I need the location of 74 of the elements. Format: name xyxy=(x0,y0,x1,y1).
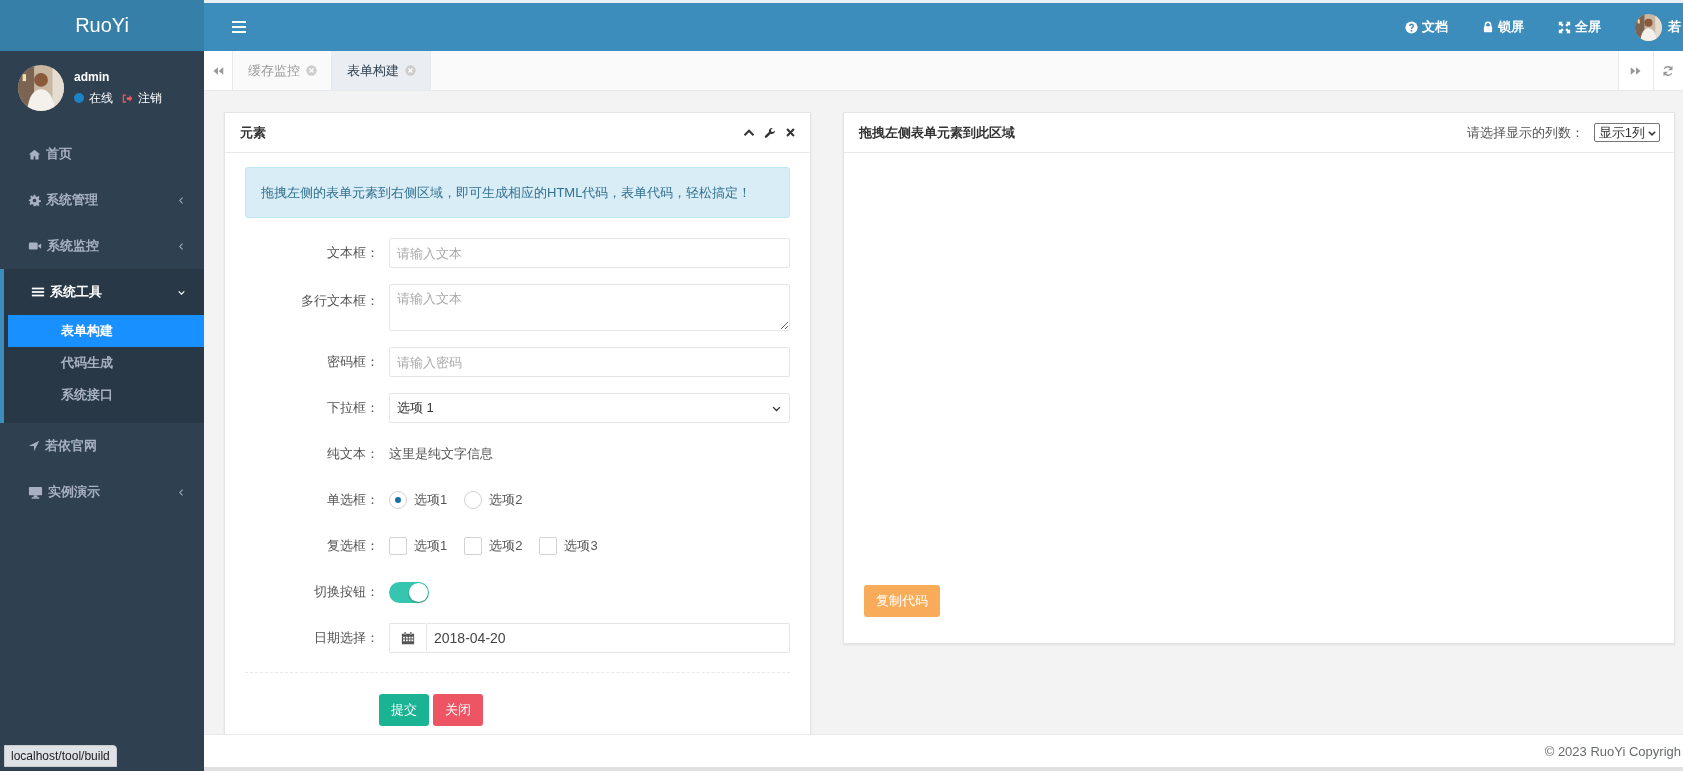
field-label: 下拉框： xyxy=(327,399,380,417)
help-icon xyxy=(1405,20,1418,34)
menu-item[interactable]: 系统工具 xyxy=(4,269,204,315)
close-icon xyxy=(785,127,796,138)
menu-toggle-icon[interactable] xyxy=(232,21,246,33)
toolbar-link[interactable]: 文档 xyxy=(1405,18,1448,36)
field-label: 纯文本： xyxy=(327,445,380,463)
close-circle-icon xyxy=(405,65,416,76)
toolbar-link[interactable]: 锁屏 xyxy=(1482,18,1524,36)
textarea-field[interactable]: 请输入文本 xyxy=(389,284,790,331)
columns-select[interactable]: 显示1列 xyxy=(1593,123,1660,142)
toggle-switch[interactable] xyxy=(389,581,429,603)
copyright-text: © 2023 RuoYi Copyrigh xyxy=(1544,743,1681,759)
logo-text[interactable]: RuoYi xyxy=(75,14,129,37)
lock-icon xyxy=(1482,21,1494,33)
field-label: 复选框： xyxy=(327,537,380,555)
field-label: 文本框： xyxy=(327,244,380,262)
menu-item[interactable]: 若依官网 xyxy=(0,423,204,469)
close-circle-icon xyxy=(306,65,317,76)
refresh-icon xyxy=(1662,64,1674,77)
chevron-left-icon xyxy=(177,195,186,205)
checkbox[interactable] xyxy=(464,537,483,555)
page-tab[interactable]: 表单构建 xyxy=(332,51,431,90)
status-dot-icon xyxy=(74,93,84,103)
panel-title: 拖拽左侧表单元素到此区域 xyxy=(859,123,1015,142)
field-label: 密码框： xyxy=(327,353,380,371)
submenu-item[interactable]: 表单构建 xyxy=(8,315,204,347)
home-icon xyxy=(28,147,41,161)
scroll-left-button[interactable] xyxy=(204,51,233,90)
password-field[interactable]: 请输入密码 xyxy=(389,347,790,377)
field-label: 日期选择： xyxy=(314,629,380,647)
status-url-tooltip: localhost/tool/build xyxy=(4,745,117,767)
submenu-item[interactable]: 代码生成 xyxy=(4,347,204,379)
status-text: 在线 xyxy=(89,89,113,107)
navigation-arrow-icon xyxy=(28,440,40,452)
calendar-icon xyxy=(401,631,415,645)
logout-icon xyxy=(122,92,133,104)
toolbar-link[interactable]: 全屏 xyxy=(1558,18,1601,36)
refresh-button[interactable] xyxy=(1654,51,1683,90)
submenu-item[interactable]: 系统接口 xyxy=(4,379,204,411)
option-label: 选项2 xyxy=(489,491,523,509)
field-label: 切换按钮： xyxy=(314,583,380,601)
chevron-left-icon xyxy=(177,487,186,497)
checkbox[interactable] xyxy=(389,537,407,555)
panel-title: 元素 xyxy=(240,123,266,142)
option-label: 选项1 xyxy=(414,537,448,555)
field-label: 单选框： xyxy=(327,491,380,509)
menu-icon xyxy=(31,285,45,299)
checkbox[interactable] xyxy=(539,537,558,555)
menu-item[interactable]: 系统管理 xyxy=(0,177,204,223)
chevron-left-icon xyxy=(177,241,186,251)
option-label: 选项1 xyxy=(414,491,448,509)
user-name: admin xyxy=(74,69,111,84)
field-label: 多行文本框： xyxy=(301,292,380,310)
logout-link[interactable]: 注销 xyxy=(138,89,162,107)
close-button[interactable]: 关闭 xyxy=(433,694,483,726)
menu-item[interactable]: 实例演示 xyxy=(0,469,204,515)
select-field[interactable]: 选项 1 xyxy=(389,393,790,423)
monitor-icon xyxy=(28,484,43,500)
scroll-right-button[interactable] xyxy=(1618,51,1654,90)
option-label: 选项2 xyxy=(489,537,523,555)
user-menu[interactable]: 若 xyxy=(1635,13,1681,41)
menu-item[interactable]: 首页 xyxy=(0,131,204,177)
info-alert: 拖拽左侧的表单元素到右侧区域，即可生成相应的HTML代码，表单代码，轻松搞定！ xyxy=(245,167,790,218)
wrench-icon xyxy=(764,126,776,139)
submit-button[interactable]: 提交 xyxy=(379,694,429,726)
option-label: 选项3 xyxy=(564,537,598,555)
text-field[interactable]: 请输入文本 xyxy=(389,238,790,268)
gear-icon xyxy=(28,193,41,207)
static-text: 这里是纯文字信息 xyxy=(389,445,493,463)
date-field[interactable]: 2018-04-20 xyxy=(426,623,790,653)
menu-item[interactable]: 系统监控 xyxy=(0,223,204,269)
fullscreen-icon xyxy=(1558,20,1571,34)
columns-label: 请选择显示的列数： xyxy=(1466,123,1584,142)
